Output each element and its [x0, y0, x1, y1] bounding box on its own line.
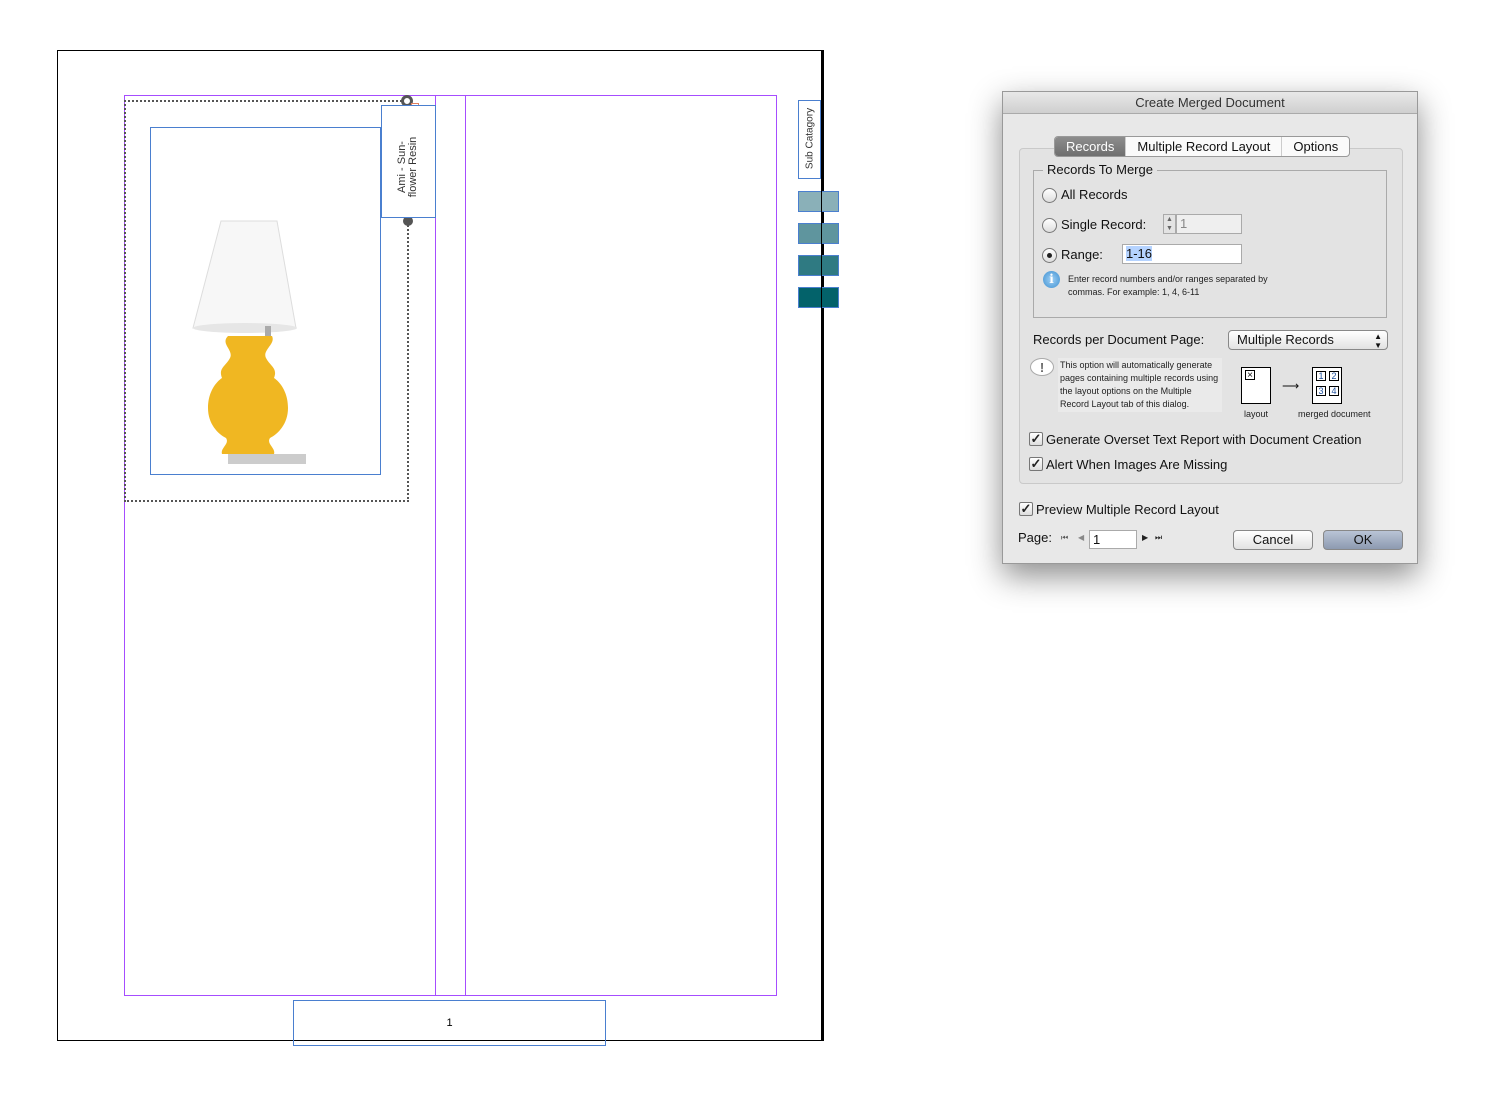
- page-label: Page:: [1018, 530, 1052, 545]
- info-icon: i: [1043, 271, 1060, 288]
- warning-bubble-icon: !: [1030, 358, 1054, 376]
- diagram-cell: 4: [1329, 386, 1339, 396]
- range-hint: Enter record numbers and/or ranges separ…: [1068, 274, 1268, 297]
- page-number-frame[interactable]: 1: [293, 1000, 606, 1046]
- preview-layout-checkbox[interactable]: ✓: [1019, 502, 1033, 516]
- merged-document-caption: merged document: [1298, 409, 1371, 419]
- overset-report-label: Generate Overset Text Report with Docume…: [1046, 432, 1362, 447]
- product-name-text: Ami - Sun- flower Resin: [396, 112, 419, 222]
- select-arrows-icon: ▲ ▼: [1374, 332, 1382, 350]
- lamp-image: [192, 220, 306, 464]
- range-value: 1-16: [1126, 246, 1153, 261]
- missing-images-checkbox[interactable]: ✓: [1029, 457, 1043, 471]
- cancel-button[interactable]: Cancel: [1233, 530, 1313, 550]
- missing-images-label: Alert When Images Are Missing: [1046, 457, 1228, 472]
- diagram-cell: 3: [1316, 386, 1326, 396]
- color-swatch[interactable]: [798, 255, 839, 276]
- diagram-cell: 1: [1316, 371, 1326, 381]
- tab-records[interactable]: Records: [1055, 137, 1127, 156]
- previous-page-icon[interactable]: ◀: [1078, 533, 1084, 542]
- first-page-icon[interactable]: ⏮: [1061, 533, 1068, 543]
- single-record-input[interactable]: 1: [1176, 214, 1242, 234]
- group-frame-right: [407, 222, 409, 502]
- column-guide: [465, 95, 466, 996]
- merged-document-diagram: 1 2 3 4: [1312, 367, 1342, 404]
- dialog-title: Create Merged Document: [1003, 92, 1417, 114]
- all-records-label: All Records: [1061, 187, 1128, 202]
- ok-button[interactable]: OK: [1323, 530, 1403, 550]
- color-swatch[interactable]: [798, 223, 839, 244]
- layout-caption: layout: [1244, 409, 1269, 419]
- single-record-radio[interactable]: [1042, 218, 1057, 233]
- product-name-text-frame[interactable]: Ami - Sun- flower Resin: [381, 105, 436, 218]
- layout-diagram: ×: [1241, 367, 1271, 404]
- sub-category-text: Sub Catagory: [804, 107, 816, 170]
- records-per-page-select[interactable]: Multiple Records ▲ ▼: [1228, 330, 1388, 350]
- range-radio[interactable]: [1042, 248, 1057, 263]
- arrow-right-icon: ⟶: [1282, 379, 1300, 393]
- all-records-radio[interactable]: [1042, 188, 1057, 203]
- single-record-stepper[interactable]: ▲ ▼: [1163, 214, 1176, 234]
- page-input[interactable]: 1: [1089, 530, 1137, 549]
- records-to-merge-legend: Records To Merge: [1043, 162, 1157, 177]
- overset-report-checkbox[interactable]: ✓: [1029, 432, 1043, 446]
- page-number: 1: [446, 1017, 453, 1029]
- next-page-icon[interactable]: ▶: [1142, 533, 1148, 542]
- page-edge: [821, 191, 822, 308]
- diagram-cell: 2: [1329, 371, 1339, 381]
- product-name-line: flower Resin: [407, 136, 419, 198]
- records-per-page-value: Multiple Records: [1237, 332, 1334, 347]
- multiple-records-note: This option will automatically generate …: [1058, 358, 1222, 412]
- tab-options[interactable]: Options: [1282, 137, 1349, 156]
- sub-category-text-frame[interactable]: Sub Catagory: [798, 100, 821, 179]
- last-page-icon[interactable]: ⏭: [1155, 533, 1162, 543]
- create-merged-document-dialog: Create Merged Document Records Multiple …: [1002, 91, 1418, 564]
- image-placeholder-icon: ×: [1245, 370, 1255, 381]
- tab-multiple-record-layout[interactable]: Multiple Record Layout: [1126, 137, 1283, 156]
- color-swatch[interactable]: [798, 191, 839, 212]
- preview-layout-label: Preview Multiple Record Layout: [1036, 502, 1219, 517]
- range-label: Range:: [1061, 247, 1103, 262]
- tab-bar: Records Multiple Record Layout Options: [1054, 136, 1351, 157]
- color-swatch[interactable]: [798, 287, 839, 308]
- range-input[interactable]: 1-16: [1122, 244, 1242, 264]
- product-image-frame[interactable]: [150, 127, 381, 475]
- column-guide: [435, 95, 436, 996]
- single-record-label: Single Record:: [1061, 217, 1147, 232]
- records-per-page-label: Records per Document Page:: [1033, 332, 1205, 347]
